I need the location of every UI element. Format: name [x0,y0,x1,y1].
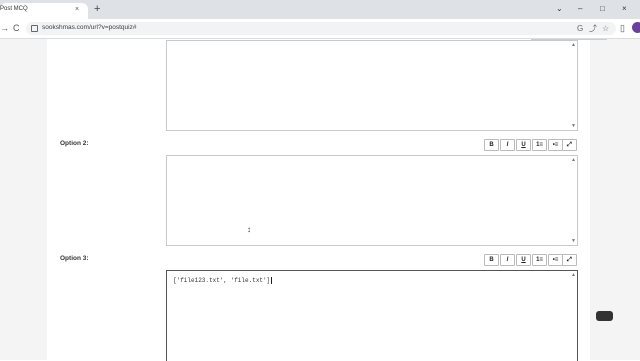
option3-editor[interactable]: ['file123.txt', 'file.txt'] ▲ [166,270,578,361]
option3-text[interactable]: ['file123.txt', 'file.txt'] [173,277,273,285]
italic-button[interactable]: I [500,254,515,266]
option3-toolbar: B I U 1≡ •≡ ⤢ [484,254,577,266]
tab-close-icon[interactable]: × [75,5,79,14]
scroll-down-icon[interactable]: ▼ [571,238,576,244]
browser-tab[interactable]: Post MCQ × [0,3,88,19]
extensions-icon[interactable]: ▯ [620,22,625,34]
lock-icon [31,25,38,32]
ordered-list-button[interactable]: 1≡ [532,139,547,151]
reload-icon[interactable]: C [13,22,20,34]
mouse-cursor-icon: ↕ [247,225,251,234]
fullscreen-button[interactable]: ⤢ [562,139,577,151]
tab-search-icon[interactable]: ⌄ [556,3,563,15]
ordered-list-button[interactable]: 1≡ [532,254,547,266]
option2-toolbar: B I U 1≡ •≡ ⤢ [484,139,577,151]
option3-value: ['file123.txt', 'file.txt'] [173,277,271,285]
italic-button[interactable]: I [500,139,515,151]
floating-action-button[interactable] [596,311,613,321]
unordered-list-button[interactable]: •≡ [548,254,563,266]
browser-address-bar: → C sookshmas.com/url?v=postquiz# G ⤴ ☆ … [0,19,640,39]
page-background: ▲ ▼ Option 2: B I U 1≡ •≡ ⤢ ▲ ▼ Option 3… [0,39,640,361]
option1-editor[interactable]: ▲ ▼ [166,40,578,131]
fullscreen-button[interactable]: ⤢ [562,254,577,266]
underline-button[interactable]: U [516,139,531,151]
new-tab-button[interactable]: + [94,2,100,16]
url-text[interactable]: sookshmas.com/url?v=postquiz# [42,24,136,31]
close-window-button[interactable]: × [622,3,627,15]
minimize-button[interactable]: – [578,3,582,15]
unordered-list-button[interactable]: •≡ [548,139,563,151]
profile-avatar[interactable] [632,22,640,33]
tab-title: Post MCQ [0,6,28,12]
bold-button[interactable]: B [484,139,499,151]
option3-label: Option 3: [60,255,89,262]
bookmark-star-icon[interactable]: ☆ [602,23,609,34]
browser-tab-bar: Post MCQ × + ⌄ – □ × [0,0,640,19]
scroll-up-icon[interactable]: ▲ [571,42,576,48]
option2-editor[interactable]: ▲ ▼ [166,155,578,246]
underline-button[interactable]: U [516,254,531,266]
text-caret [271,277,273,284]
url-bar[interactable]: sookshmas.com/url?v=postquiz# G ⤴ ☆ [26,22,616,35]
maximize-button[interactable]: □ [600,3,605,15]
share-icon[interactable]: ⤴ [589,23,597,34]
scroll-down-icon[interactable]: ▼ [571,123,576,129]
back-arrow-icon[interactable]: → [0,22,9,34]
scroll-up-icon[interactable]: ▲ [571,272,576,278]
option2-label: Option 2: [60,140,89,147]
bold-button[interactable]: B [484,254,499,266]
scroll-up-icon[interactable]: ▲ [571,157,576,163]
google-icon[interactable]: G [577,23,583,34]
